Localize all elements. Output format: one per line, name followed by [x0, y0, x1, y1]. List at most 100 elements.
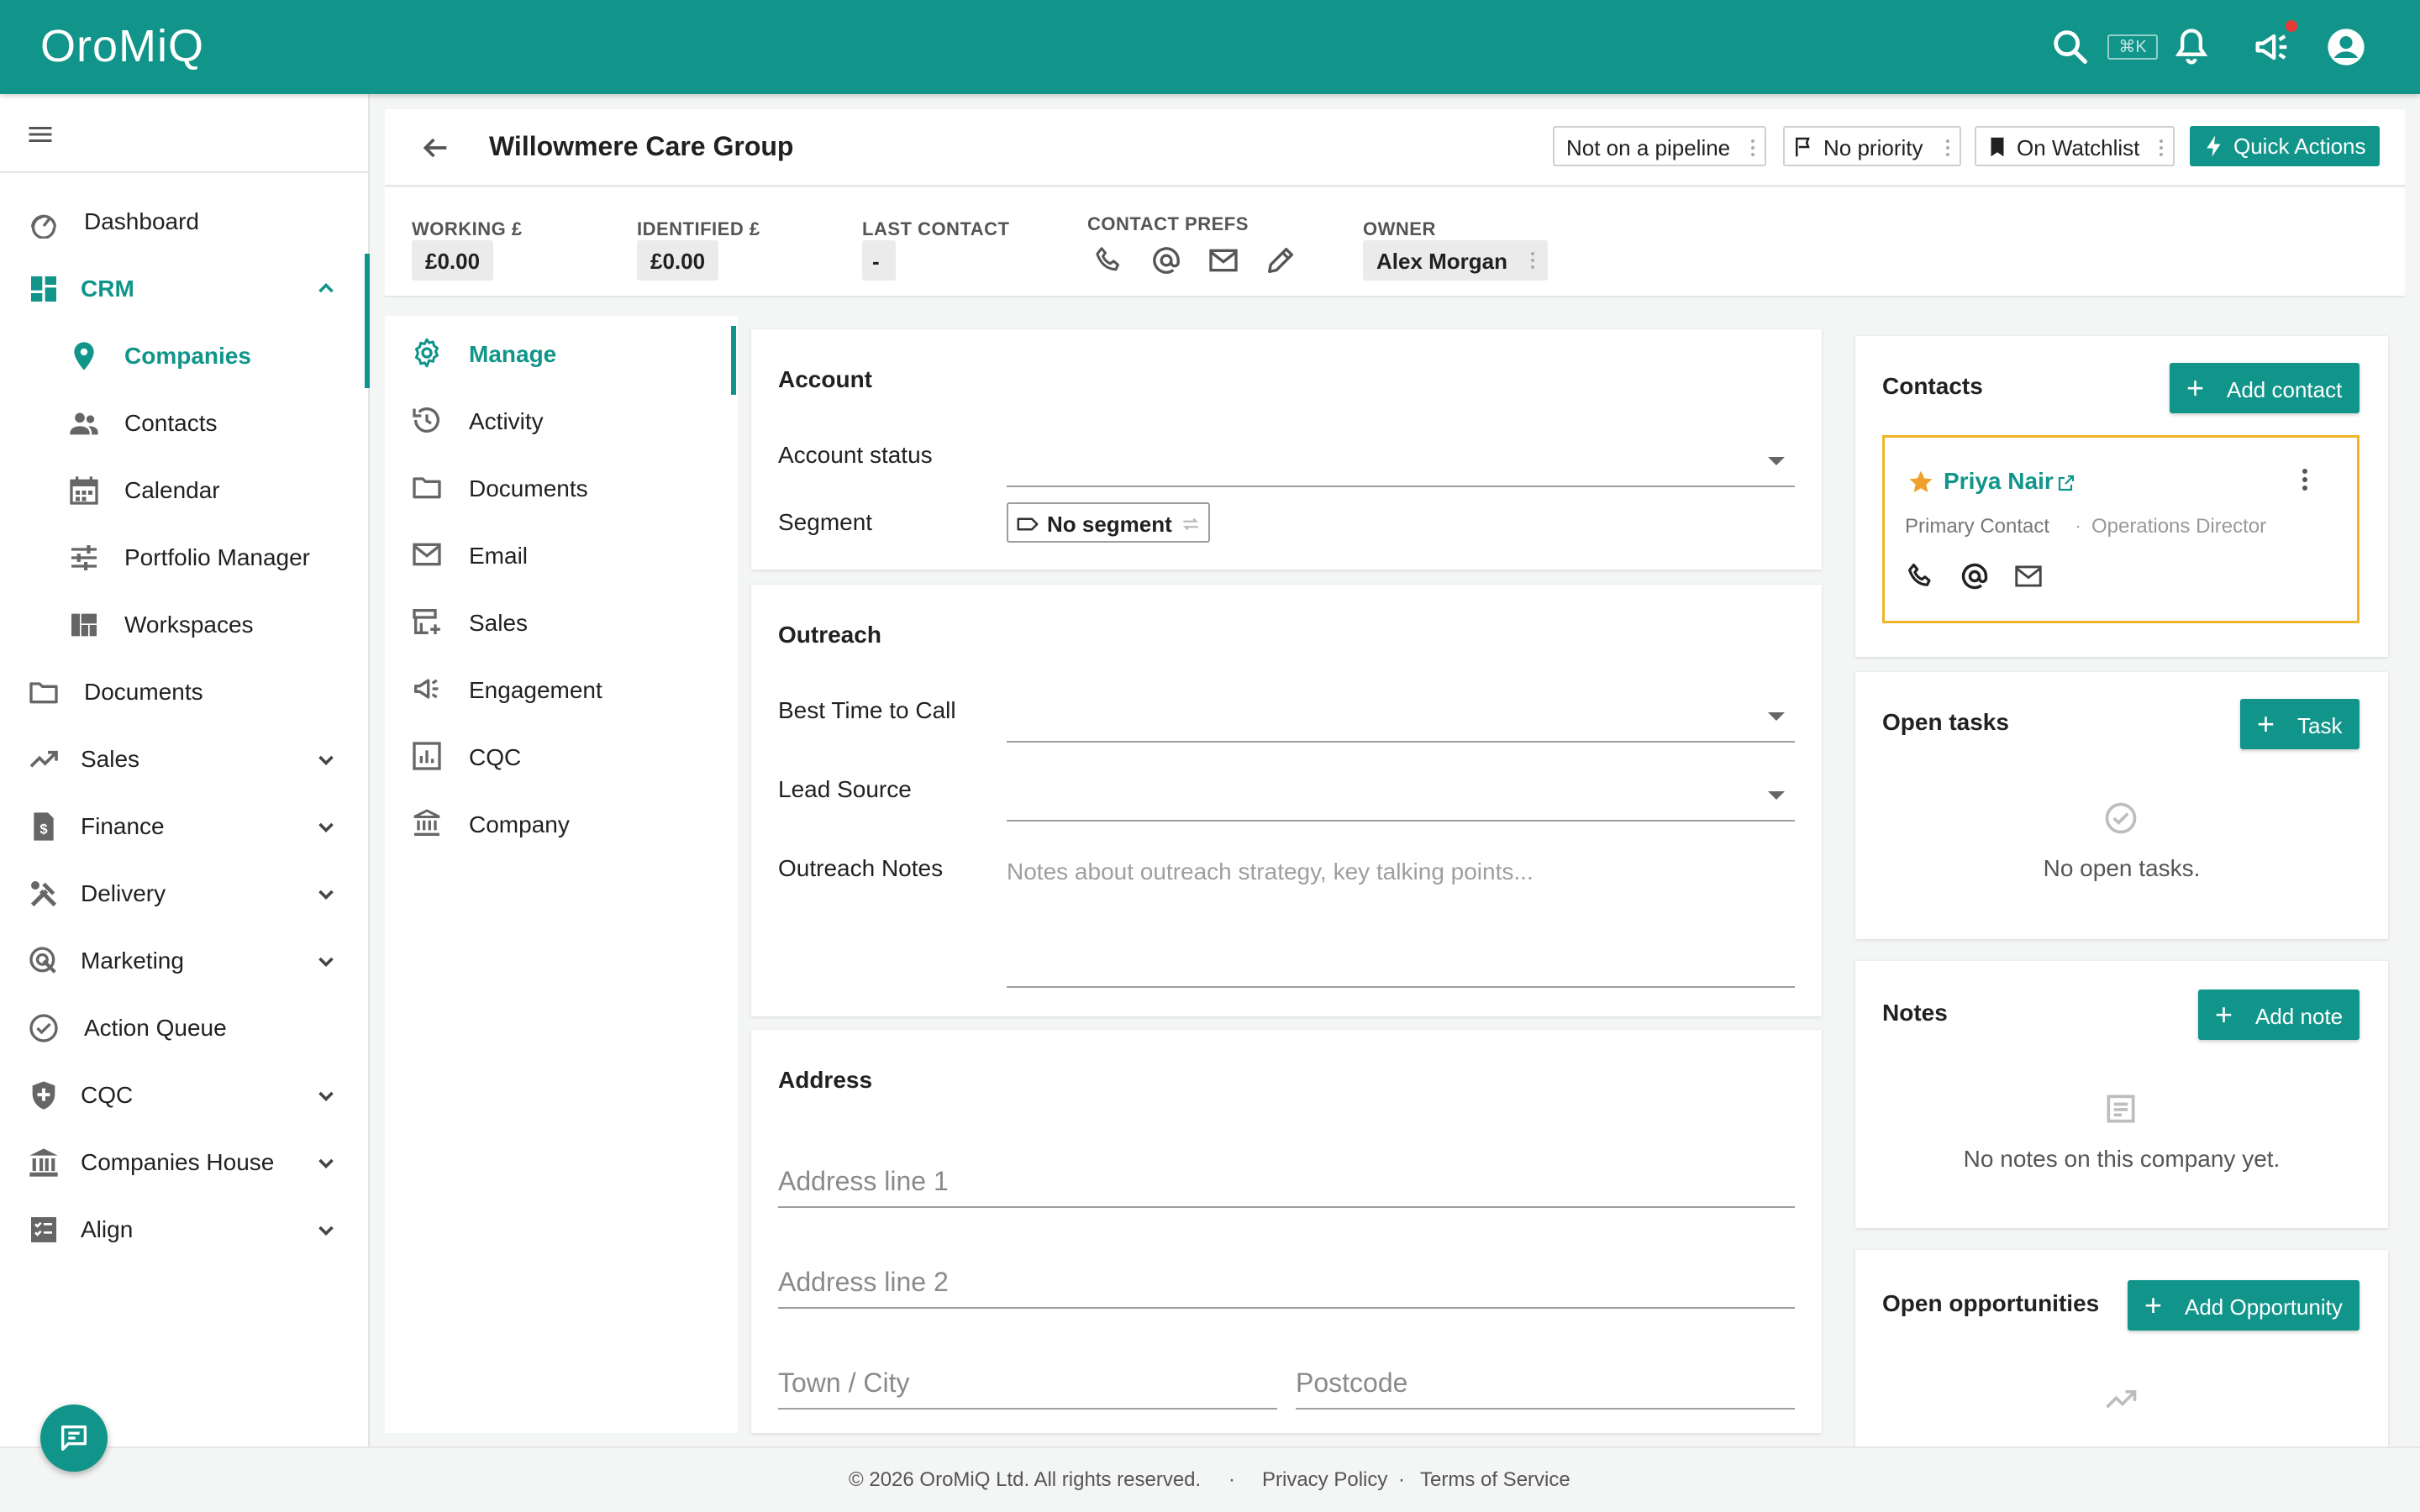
- sidebar-item-label: Companies House: [81, 1149, 275, 1175]
- chat-button[interactable]: [40, 1404, 108, 1472]
- sidebar-item-label: Marketing: [81, 948, 184, 974]
- pipeline-label: Not on a pipeline: [1566, 135, 1731, 160]
- add-task-button[interactable]: + Task: [2240, 699, 2360, 749]
- shield-icon: [27, 1079, 60, 1112]
- menu-icon[interactable]: [25, 119, 55, 150]
- arrow-back-icon[interactable]: [418, 131, 452, 165]
- mail-icon[interactable]: [1207, 244, 1240, 277]
- primary-contact-card[interactable]: Priya Nair Primary Contact · Operations …: [1882, 435, 2360, 623]
- section-item-manage[interactable]: Manage: [385, 326, 738, 380]
- people-icon: [67, 407, 101, 440]
- section-item-documents[interactable]: Documents: [385, 460, 738, 514]
- calendar-icon: [67, 474, 101, 507]
- swap-icon: [1180, 513, 1202, 535]
- address-line1-input[interactable]: Address line 1: [778, 1141, 1795, 1208]
- trending-up-icon: [27, 743, 60, 776]
- section-item-cqc[interactable]: CQC: [385, 729, 738, 783]
- copyright-text: © 2026 OroMiQ Ltd. All rights reserved.: [849, 1468, 1202, 1491]
- section-item-sales[interactable]: Sales: [385, 595, 738, 648]
- sidebar-item-sales[interactable]: Sales: [0, 732, 368, 783]
- address-line2-placeholder: Address line 2: [778, 1267, 949, 1297]
- app-logo[interactable]: OroMiQ: [40, 20, 204, 72]
- account-icon[interactable]: [2324, 25, 2368, 69]
- sidebar-item-finance[interactable]: $ Finance: [0, 800, 368, 850]
- pencil-icon[interactable]: [1264, 244, 1297, 277]
- add-contact-button[interactable]: + Add contact: [2170, 363, 2360, 413]
- lead-source-select[interactable]: [1007, 771, 1795, 822]
- footer-separator: ·: [1398, 1468, 1405, 1491]
- account-status-select[interactable]: [1007, 437, 1795, 487]
- priority-button[interactable]: No priority: [1783, 126, 1961, 166]
- privacy-policy-link[interactable]: Privacy Policy: [1262, 1468, 1387, 1492]
- search-icon[interactable]: [2049, 25, 2092, 69]
- sidebar-item-cqc[interactable]: CQC: [0, 1068, 368, 1119]
- best-time-select[interactable]: [1007, 692, 1795, 743]
- section-item-company[interactable]: Company: [385, 796, 738, 850]
- sidebar-item-companies[interactable]: Companies: [0, 329, 368, 380]
- lightning-icon: [2202, 134, 2227, 159]
- sidebar-item-marketing[interactable]: Marketing: [0, 934, 368, 984]
- segment-chip[interactable]: No segment: [1007, 502, 1210, 543]
- sidebar-item-delivery[interactable]: Delivery: [0, 867, 368, 917]
- page-header: Willowmere Care Group Not on a pipeline …: [385, 109, 2405, 186]
- sidebar-item-dashboard[interactable]: Dashboard: [0, 195, 368, 245]
- open-external-icon[interactable]: [2056, 473, 2076, 493]
- plus-icon: +: [2144, 1288, 2163, 1322]
- bell-icon[interactable]: [2170, 25, 2213, 69]
- chevron-up-icon: [311, 274, 341, 304]
- address-line2-input[interactable]: Address line 2: [778, 1242, 1795, 1309]
- chevron-down-icon: [311, 1147, 341, 1178]
- footer-separator: ·: [1228, 1468, 1235, 1491]
- contact-prefs-label: CONTACT PREFS: [1087, 213, 1249, 234]
- megaphone-icon[interactable]: [2250, 25, 2294, 69]
- sidebar-item-align[interactable]: Align: [0, 1203, 368, 1253]
- section-item-engagement[interactable]: Engagement: [385, 662, 738, 716]
- watchlist-button[interactable]: On Watchlist: [1975, 126, 2175, 166]
- add-opportunity-label: Add Opportunity: [2185, 1294, 2343, 1320]
- outreach-notes-label: Outreach Notes: [778, 855, 944, 881]
- phone-icon[interactable]: [1092, 244, 1126, 277]
- quick-actions-button[interactable]: Quick Actions: [2190, 126, 2380, 166]
- section-active-indicator: [731, 326, 736, 395]
- check-circle-icon: [2102, 800, 2139, 837]
- terms-of-service-link[interactable]: Terms of Service: [1420, 1468, 1570, 1492]
- account-title: Account: [778, 366, 872, 392]
- sidebar-item-documents[interactable]: Documents: [0, 665, 368, 716]
- section-item-email[interactable]: Email: [385, 528, 738, 581]
- sidebar-item-label: Sales: [81, 746, 140, 772]
- phone-icon[interactable]: [1905, 560, 1937, 592]
- dashboard-icon: [27, 205, 60, 239]
- sidebar-item-crm[interactable]: CRM: [0, 262, 368, 312]
- last-contact-label: LAST CONTACT: [862, 218, 1010, 239]
- pipeline-button[interactable]: Not on a pipeline: [1553, 126, 1766, 166]
- section-item-label: Engagement: [469, 677, 602, 703]
- workspaces-icon: [67, 608, 101, 642]
- sidebar-item-label: Documents: [84, 679, 203, 705]
- postcode-input[interactable]: Postcode: [1296, 1342, 1795, 1410]
- outreach-notes-textarea[interactable]: Notes about outreach strategy, key talki…: [1007, 848, 1795, 988]
- add-opportunity-button[interactable]: + Add Opportunity: [2128, 1280, 2360, 1331]
- dropdown-arrow-icon: [1768, 712, 1785, 721]
- contact-name-link[interactable]: Priya Nair: [1944, 468, 2054, 495]
- section-item-activity[interactable]: Activity: [385, 393, 738, 447]
- mail-icon[interactable]: [2012, 560, 2044, 592]
- at-sign-icon[interactable]: [1959, 560, 1991, 592]
- sidebar-item-calendar[interactable]: Calendar: [0, 464, 368, 514]
- more-vert-icon[interactable]: [2300, 465, 2310, 495]
- dropdown-arrow-icon: [1768, 457, 1785, 465]
- identified-label: IDENTIFIED £: [637, 218, 760, 239]
- sidebar-item-action-queue[interactable]: Action Queue: [0, 1001, 368, 1052]
- owner-chip[interactable]: Alex Morgan: [1363, 240, 1549, 281]
- add-note-button[interactable]: + Add note: [2198, 990, 2360, 1040]
- sidebar-item-contacts[interactable]: Contacts: [0, 396, 368, 447]
- sidebar-item-companies-house[interactable]: Companies House: [0, 1136, 368, 1186]
- sidebar-item-workspaces[interactable]: Workspaces: [0, 598, 368, 648]
- top-app-bar: OroMiQ ⌘K: [0, 0, 2420, 94]
- folder-icon: [410, 470, 444, 504]
- page-footer: © 2026 OroMiQ Ltd. All rights reserved. …: [0, 1446, 2420, 1512]
- town-city-input[interactable]: Town / City: [778, 1342, 1277, 1410]
- identified-value: £0.00: [637, 240, 719, 281]
- sidebar-item-label: Contacts: [124, 410, 218, 436]
- sidebar-item-portfolio-manager[interactable]: Portfolio Manager: [0, 531, 368, 581]
- at-sign-icon[interactable]: [1150, 244, 1183, 277]
